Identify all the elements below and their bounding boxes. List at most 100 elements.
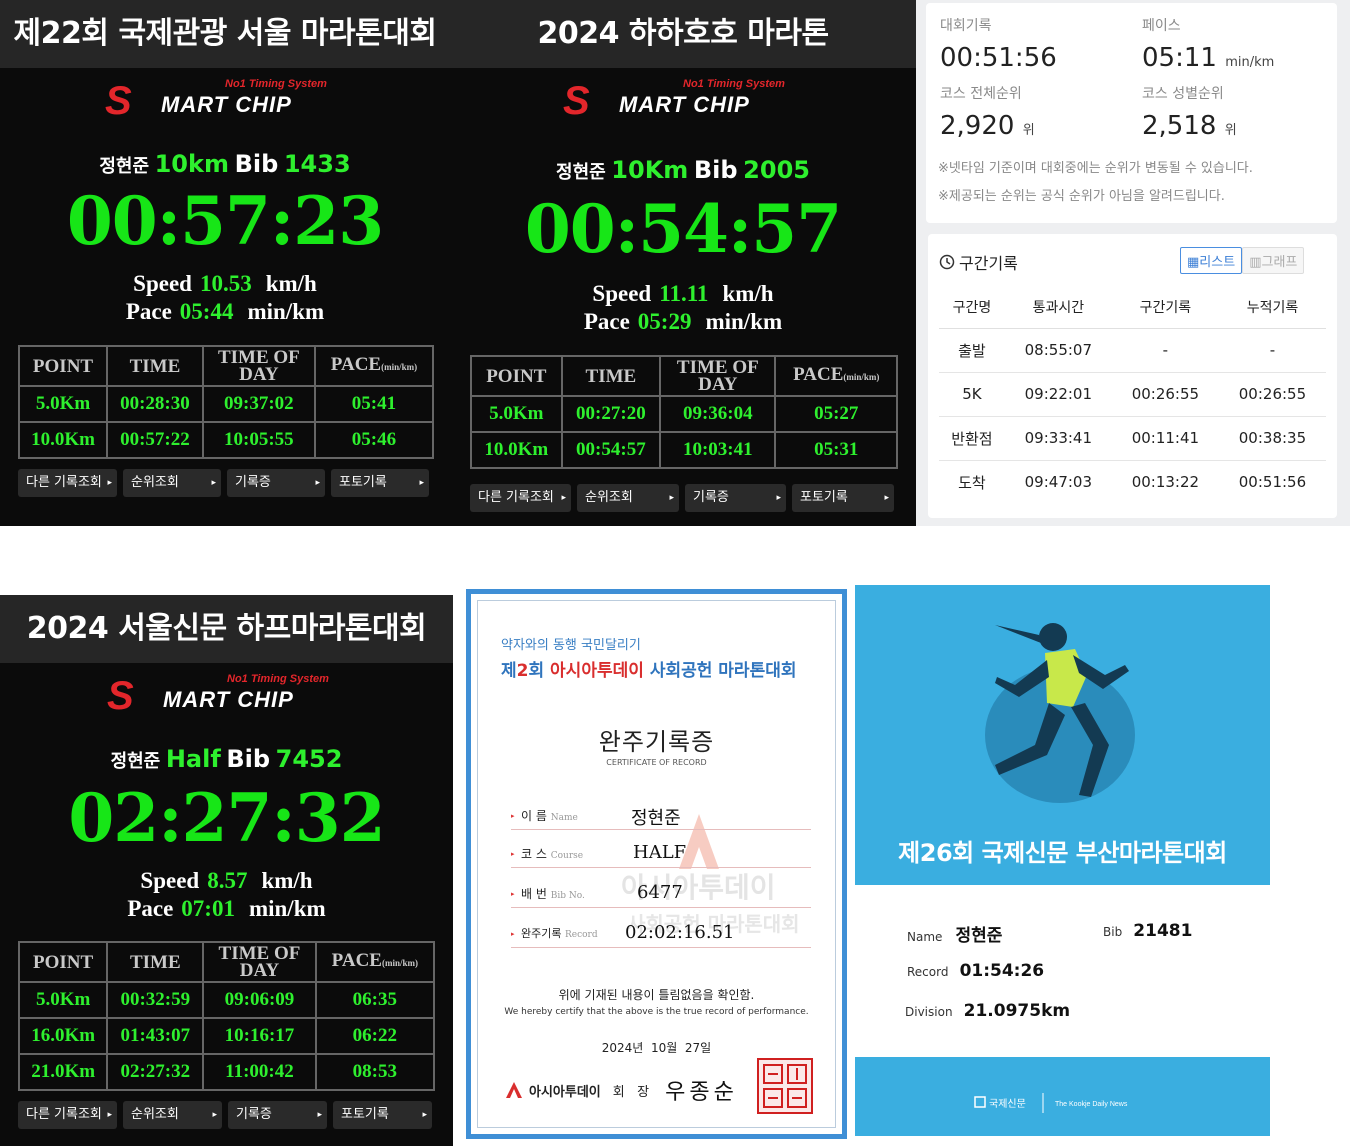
col-point: POINT [17,941,109,983]
cert-field-course: ▸ 코 스 Course HALF [511,842,811,868]
pace-label: 페이스 [1142,18,1181,34]
pace-line: Pace 07:01 min/km [0,895,453,923]
pace-line: Pace 05:29 min/km [450,308,916,336]
table-row: 출발 08:55:07- - [939,328,1326,373]
bib-number: 7452 [275,745,343,773]
cert-field-name: ▸ 이 름 Name 정현준 [511,804,811,830]
svg-text:MART CHIP: MART CHIP [163,687,294,712]
table-row: 10.0Km 00:57:22 10:05:55 05:46 [17,421,435,459]
bib-number: 2005 [743,156,810,184]
panel-title: 제22회 국제관광 서울 마라톤대회 [0,0,450,68]
photo-record-button[interactable]: 포토기록 [331,469,429,497]
certificate-button[interactable]: 기록증 [227,469,325,497]
confirm-text-ko: 위에 기재된 내용이 틀림없음을 확인함. [558,988,755,1002]
table-row: 21.0Km 02:27:32 11:00:42 08:53 [17,1053,436,1091]
col-time-of-day: TIME OF DAY [201,345,316,387]
split-table-header: POINT TIME TIME OF DAY PACE(min/km) [17,941,436,983]
distance: 10Km [611,156,689,184]
svg-text:No1 Timing System: No1 Timing System [227,673,329,685]
finish-time: 00:57:23 [66,182,384,260]
runner-bib-line: 정현준 10Km Bib 2005 [450,156,916,184]
cert-field-record: ▸ 완주기록 Record 02:02:16.51 [511,922,811,948]
segment-title: 구간기록 [939,250,1018,274]
runner-name: 정현준 [556,162,606,183]
pace-value: 05:11 min/km [1142,43,1275,73]
svg-text:S: S [107,674,134,715]
tab-list[interactable]: ▦리스트 [1180,247,1243,274]
split-table: POINT TIME TIME OF DAY PACE(min/km) 5.0Km… [470,355,898,469]
segment-record-card: 구간기록 ▦리스트 ▥그래프 구간명 통과시간 구간기록 누적기록 출발 08:55:0… [928,234,1337,518]
timing-panel-seoul-shinmun-half: 2024 서울신문 하프마라톤대회 No1 Timing System S MA… [0,595,453,1146]
runner-name: 정현준 [110,751,161,772]
speed-label: Speed [140,868,200,893]
col-time-of-day: TIME OF DAY [202,941,317,983]
busan-marathon-banner: 제26회 국제신문 부산마라톤대회 [855,585,1270,885]
confirm-text-en: We hereby certify that the above is the … [504,1007,809,1017]
table-row: 5.0Km 00:27:20 09:36:04 05:27 [470,395,898,433]
record-detail-panel: 대회기록 00:51:56 페이스 05:11 min/km 코스 전체순위 2… [916,0,1350,526]
smart-chip-logo-icon: No1 Timing System S MART CHIP [107,673,329,715]
photo-record-button[interactable]: 포토기록 [333,1101,432,1129]
col-time: TIME [106,345,204,387]
svg-text:The Kookje Daily News: The Kookje Daily News [1055,1101,1128,1108]
pace-unit: min/km [247,299,325,324]
distance: 10km [154,150,229,178]
smart-chip-logo: No1 Timing System S MART CHIP [0,68,450,124]
distance: Half [165,745,221,773]
speed-label: Speed [592,281,652,306]
pace-unit: min/km [248,896,326,921]
col-time: TIME [560,355,662,397]
pace-label: Pace [125,299,172,324]
ranking-button[interactable]: 순위조회 [123,469,221,497]
table-row: 도착 09:47:03 00:13:22 00:51:56 [958,473,1307,492]
ranking-button[interactable]: 순위조회 [123,1101,222,1129]
runner-name: 정현준 [99,156,150,177]
pace-label: Pace [583,309,630,334]
speed-value: 11.11 [659,281,709,306]
rank-note-1: ※넷타임 기준이며 대회중에는 순위가 변동될 수 있습니다. [938,161,1253,176]
tab-graph[interactable]: ▥그래프 [1242,247,1305,274]
speed-line: Speed 8.57 km/h [0,867,453,895]
other-records-button[interactable]: 다른 기록조회 [18,469,117,497]
svg-text:No1 Timing System: No1 Timing System [225,78,327,90]
official-seal-icon [757,1058,813,1114]
other-records-button[interactable]: 다른 기록조회 [470,484,571,512]
event-title: 제2회 아시아투데이 사회공헌 마라톤대회 [501,661,797,681]
segment-table: 구간명 통과시간 구간기록 누적기록 출발 08:55:07- - 5K 09:22:01 0… [939,286,1326,504]
svg-text:국제신문: 국제신문 [989,1098,1026,1110]
speed-unit: km/h [722,281,774,306]
panel-title: 2024 서울신문 하프마라톤대회 [0,595,453,663]
ranking-button[interactable]: 순위조회 [577,484,679,512]
photo-record-button[interactable]: 포토기록 [792,484,894,512]
pace-line: Pace 05:44 min/km [0,298,450,326]
split-table: POINT TIME TIME OF DAY PACE(min/km) 5.0Km… [17,345,435,459]
col-time-of-day: TIME OF DAY [659,355,777,397]
smart-chip-logo-icon: No1 Timing System S MART CHIP [105,78,327,120]
certificate-button[interactable]: 기록증 [228,1101,327,1129]
busan-name-row: Name 정현준 [907,926,1003,946]
finish-time: 02:27:32 [68,779,385,857]
certificate-heading-en: CERTIFICATE OF RECORD [606,758,707,767]
svg-text:S: S [563,79,590,120]
bib-label: Bib [234,150,279,178]
smart-chip-logo: No1 Timing System S MART CHIP [450,68,916,124]
bib-label: Bib [693,156,738,184]
asiatoday-logo-icon [506,1082,522,1098]
smart-chip-logo-icon: No1 Timing System S MART CHIP [563,78,785,120]
split-table-header: POINT TIME TIME OF DAY PACE(min/km) [470,355,898,397]
slogan: 약자와의 동행 국민달리기 [501,638,641,653]
bib-label: Bib [226,745,271,773]
col-pace: PACE(min/km) [314,941,436,983]
speed-line: Speed 11.11 km/h [450,280,916,308]
busan-record-card: Name 정현준 Bib 21481 Record 01:54:26 Divis… [855,885,1270,1057]
finish-time: 00:54:57 [524,190,842,268]
other-records-button[interactable]: 다른 기록조회 [18,1101,117,1129]
table-row: 5.0Km 00:28:30 09:37:02 05:41 [17,385,435,423]
col-point: POINT [470,355,563,397]
pace-label: Pace [127,896,174,921]
col-pace: PACE(min/km) [774,355,898,397]
speed-value: 8.57 [207,868,248,893]
busan-footer: 국제신문 The Kookje Daily News [855,1057,1270,1136]
kookje-logo-icon: 국제신문 The Kookje Daily News [974,1093,1128,1113]
certificate-button[interactable]: 기록증 [685,484,786,512]
